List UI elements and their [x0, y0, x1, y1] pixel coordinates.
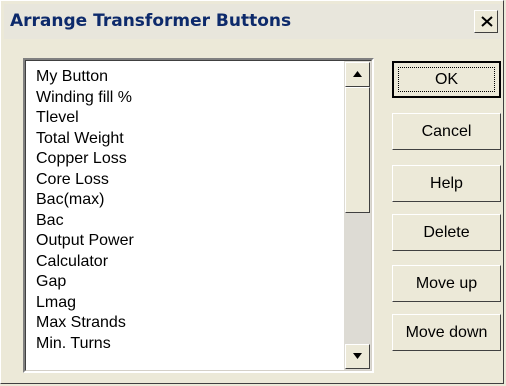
help-button[interactable]: Help	[392, 165, 501, 202]
scrollbar-thumb[interactable]	[345, 87, 370, 213]
vertical-scrollbar[interactable]	[344, 61, 371, 370]
move-down-button-label: Move down	[405, 323, 488, 341]
delete-button-label: Delete	[423, 223, 470, 241]
list-item[interactable]: Bac(max)	[36, 190, 134, 211]
delete-button[interactable]: Delete	[392, 214, 501, 251]
ok-button[interactable]: OK	[392, 61, 501, 98]
scroll-up-button[interactable]	[345, 62, 370, 87]
cancel-button-label: Cancel	[421, 122, 472, 140]
title-bar[interactable]: Arrange Transformer Buttons	[4, 4, 500, 39]
move-up-button[interactable]: Move up	[392, 265, 501, 302]
list-item[interactable]: Min. Turns	[36, 334, 134, 355]
list-item[interactable]: My Button	[36, 67, 134, 88]
list-item[interactable]: Calculator	[36, 252, 134, 273]
help-button-label: Help	[430, 174, 463, 192]
list-item[interactable]: Winding fill %	[36, 88, 134, 109]
move-up-button-label: Move up	[415, 274, 478, 292]
list-item[interactable]: Tlevel	[36, 108, 134, 129]
list-item[interactable]: Copper Loss	[36, 149, 134, 170]
button-list[interactable]: My Button Winding fill % Tlevel Total We…	[36, 67, 134, 354]
close-button[interactable]	[474, 10, 498, 33]
scroll-down-button[interactable]	[345, 344, 370, 369]
close-icon	[481, 16, 493, 27]
list-item[interactable]: Gap	[36, 272, 134, 293]
move-down-button[interactable]: Move down	[392, 314, 501, 351]
window-title: Arrange Transformer Buttons	[10, 11, 292, 31]
focus-rectangle	[398, 67, 495, 92]
arrow-down-icon	[353, 353, 362, 359]
list-item[interactable]: Output Power	[36, 231, 134, 252]
listbox-frame: My Button Winding fill % Tlevel Total We…	[25, 60, 372, 371]
dialog-window: Arrange Transformer Buttons My Button Wi…	[0, 0, 504, 384]
list-item[interactable]: Total Weight	[36, 129, 134, 150]
cancel-button[interactable]: Cancel	[392, 113, 501, 150]
list-item[interactable]: Max Strands	[36, 313, 134, 334]
list-item[interactable]: Core Loss	[36, 170, 134, 191]
list-item[interactable]: Lmag	[36, 293, 134, 314]
arrow-up-icon	[353, 71, 362, 77]
list-item[interactable]: Bac	[36, 211, 134, 232]
buttons-listbox[interactable]: My Button Winding fill % Tlevel Total We…	[23, 58, 374, 373]
